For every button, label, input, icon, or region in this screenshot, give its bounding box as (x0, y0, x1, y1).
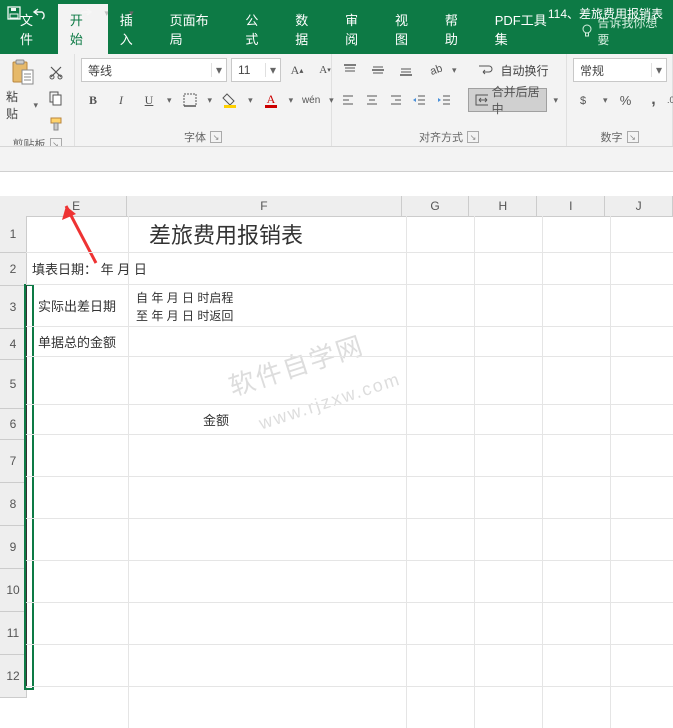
svg-text:$: $ (580, 95, 586, 107)
paste-icon (9, 58, 37, 86)
column-header-g[interactable]: G (402, 196, 470, 216)
fill-color-icon[interactable] (218, 88, 242, 112)
row-header-6[interactable]: 6 (0, 409, 26, 440)
number-format-value: 常规 (574, 62, 651, 79)
group-alignment: ab▾ 自动换行 合并后居中 ▾ 对齐方式↘ (332, 54, 567, 146)
align-left-icon[interactable] (338, 88, 358, 112)
font-name-combo[interactable]: 等线▾ (81, 58, 227, 82)
percent-format-icon[interactable]: % (614, 88, 638, 112)
group-number: 常规▾ $▾ % , .0→.00 数字↘ (567, 54, 673, 146)
font-color-icon[interactable]: A (259, 88, 283, 112)
tab-formulas[interactable]: 公式 (233, 4, 283, 54)
row-header-3[interactable]: 3 (0, 286, 26, 329)
cells-area[interactable]: 差旅费用报销表 填表日期： 年 月 日 实际出差日期 自 年 月 日 时启程 至… (26, 216, 673, 728)
increase-font-icon[interactable]: A▴ (285, 58, 309, 82)
row-header-8[interactable]: 8 (0, 483, 26, 526)
copy-icon[interactable] (44, 86, 68, 110)
save-icon[interactable] (6, 5, 22, 21)
align-center-icon[interactable] (362, 88, 382, 112)
merge-button[interactable]: 合并后居中 (468, 88, 548, 112)
alignment-dialog-launcher-icon[interactable]: ↘ (467, 131, 479, 143)
tab-help[interactable]: 帮助 (433, 4, 483, 54)
tab-view[interactable]: 视图 (383, 4, 433, 54)
tab-insert[interactable]: 插入 (108, 4, 158, 54)
tab-pdf-tools[interactable]: PDF工具集 (483, 4, 572, 54)
select-all-corner[interactable] (0, 196, 27, 217)
row-header-7[interactable]: 7 (0, 440, 26, 483)
italic-button[interactable]: I (109, 88, 133, 112)
undo-icon[interactable] (32, 5, 48, 21)
align-middle-icon[interactable] (366, 58, 390, 82)
svg-text:A: A (266, 92, 275, 106)
cell-amount-header[interactable]: 金额 (26, 404, 406, 434)
cell-title[interactable]: 差旅费用报销表 (46, 216, 406, 252)
align-top-icon[interactable] (338, 58, 362, 82)
column-header-h[interactable]: H (469, 196, 537, 216)
tab-page-layout[interactable]: 页面布局 (158, 4, 234, 54)
accounting-format-icon[interactable]: $ (573, 88, 597, 112)
bulb-icon (581, 24, 593, 38)
wrap-text-icon[interactable] (473, 58, 497, 82)
cell-fill-date[interactable]: 填表日期： 年 月 日 (26, 252, 412, 284)
phonetic-button[interactable]: wén (299, 88, 323, 112)
column-headers[interactable]: EFGHIJ (26, 196, 673, 217)
group-font: 等线▾ 11▾ A▴ A▾ B I U▾ ▾ ▾ A (75, 54, 332, 146)
comma-format-icon[interactable]: , (642, 88, 666, 112)
row-header-11[interactable]: 11 (0, 612, 26, 655)
column-header-i[interactable]: I (537, 196, 605, 216)
font-group-label: 字体 (184, 129, 206, 145)
column-header-f[interactable]: F (127, 196, 401, 216)
tab-review[interactable]: 审阅 (333, 4, 383, 54)
font-size-value: 11 (232, 63, 265, 77)
tell-me[interactable]: 告诉我你想要 (577, 8, 673, 54)
row-header-12[interactable]: 12 (0, 655, 26, 698)
worksheet[interactable]: EFGHIJ 123456789101112 差旅费用报销表 填表日期： 年 月… (0, 196, 673, 728)
increase-indent-icon[interactable] (435, 88, 455, 112)
cell-receipt-total[interactable]: 单据总的金额 (26, 326, 128, 356)
group-clipboard: 粘贴▾ 剪贴板↘ (0, 54, 75, 146)
number-format-combo[interactable]: 常规▾ (573, 58, 667, 82)
row-header-2[interactable]: 2 (0, 253, 26, 286)
ribbon-tabs: 文件 开始 插入 页面布局 公式 数据 审阅 视图 帮助 PDF工具集 告诉我你… (0, 26, 673, 54)
format-painter-icon[interactable] (44, 112, 68, 136)
row-header-1[interactable]: 1 (0, 216, 26, 253)
ribbon: 粘贴▾ 剪贴板↘ 等线▾ 1 (0, 54, 673, 147)
cell-travel-to[interactable]: 至 年 月 日 时返回 (136, 306, 402, 324)
svg-text:ab: ab (429, 62, 442, 77)
decrease-indent-icon[interactable] (410, 88, 430, 112)
cut-icon[interactable] (44, 60, 68, 84)
merge-label: 合并后居中 (492, 83, 541, 117)
align-bottom-icon[interactable] (394, 58, 418, 82)
paste-button[interactable]: 粘贴▾ (6, 58, 40, 122)
row-headers[interactable]: 123456789101112 (0, 216, 27, 698)
number-dialog-launcher-icon[interactable]: ↘ (627, 131, 639, 143)
tell-me-label: 告诉我你想要 (597, 14, 669, 48)
underline-button[interactable]: U (137, 88, 161, 112)
font-dialog-launcher-icon[interactable]: ↘ (210, 131, 222, 143)
column-header-j[interactable]: J (605, 196, 673, 216)
row-header-4[interactable]: 4 (0, 329, 26, 360)
paste-label: 粘贴 (6, 88, 29, 122)
bold-button[interactable]: B (81, 88, 105, 112)
row-header-10[interactable]: 10 (0, 569, 26, 612)
column-header-e[interactable]: E (26, 196, 127, 216)
font-name-value: 等线 (82, 62, 211, 79)
alignment-group-label: 对齐方式 (419, 129, 463, 145)
orientation-icon[interactable]: ab (422, 58, 446, 82)
redo-dropdown-icon[interactable]: ▾ (103, 8, 112, 19)
font-size-combo[interactable]: 11▾ (231, 58, 281, 82)
cell-actual-travel-date[interactable]: 实际出差日期 (26, 284, 128, 326)
cell-travel-from[interactable]: 自 年 月 日 时启程 (136, 288, 402, 306)
wrap-text-label[interactable]: 自动换行 (501, 62, 549, 79)
increase-decimal-icon[interactable]: .0→.00 (670, 88, 673, 112)
watermark: 软件自学网 (224, 325, 369, 403)
align-right-icon[interactable] (386, 88, 406, 112)
number-group-label: 数字 (601, 129, 623, 145)
borders-icon[interactable] (178, 88, 202, 112)
redo-icon[interactable] (77, 5, 93, 21)
row-header-9[interactable]: 9 (0, 526, 26, 569)
tab-data[interactable]: 数据 (283, 4, 333, 54)
row-header-5[interactable]: 5 (0, 360, 26, 409)
